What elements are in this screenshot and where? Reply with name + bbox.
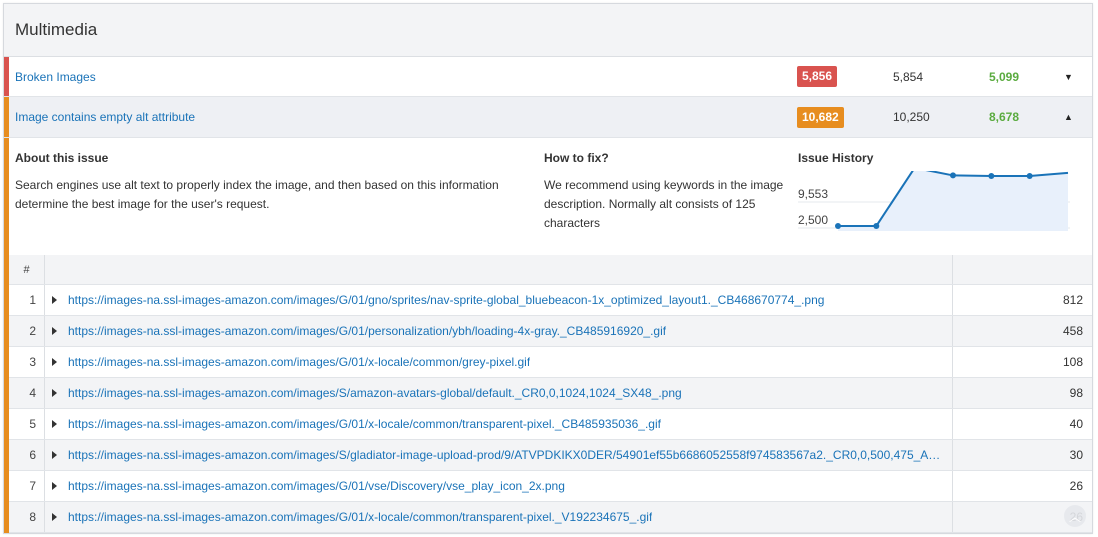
table-row[interactable]: 4 https://images-na.ssl-images-amazon.com… [9,378,1092,409]
row-number: 6 [9,440,45,470]
table-row[interactable]: 1 https://images-na.ssl-images-amazon.com… [9,285,1092,316]
caret-down-icon[interactable]: ▼ [1064,72,1073,82]
history-point [1026,173,1033,180]
fix-title: How to fix? [544,151,609,165]
history-point [835,222,841,229]
caret-right-icon[interactable] [52,389,57,397]
issue-link-broken-images[interactable]: Broken Images [15,70,96,84]
row-count: 108 [1062,355,1083,369]
y-tick-label: 2,500 [798,213,828,227]
row-count: 30 [1069,448,1083,462]
url-link[interactable]: https://images-na.ssl-images-amazon.com/… [68,417,661,431]
issue-fixed-count: 8,678 [989,110,1020,124]
table-row[interactable]: 3 https://images-na.ssl-images-amazon.com… [9,347,1092,378]
table-row[interactable]: 8 https://images-na.ssl-images-amazon.com… [9,502,1092,533]
caret-right-icon[interactable] [52,420,57,428]
issue-fixed-count: 5,099 [989,69,1020,84]
row-url-cell: https://images-na.ssl-images-amazon.com/… [45,502,953,532]
panel-title: Multimedia [15,20,98,39]
row-number: 2 [9,316,45,346]
history-point [988,173,995,180]
url-link[interactable]: https://images-na.ssl-images-amazon.com/… [68,355,530,369]
row-number: 7 [9,471,45,501]
table-row[interactable]: 6 https://images-na.ssl-images-amazon.com… [9,440,1092,471]
row-number: 1 [9,285,45,315]
row-url-cell: https://images-na.ssl-images-amazon.com/… [45,471,953,501]
row-count: 26 [1069,479,1083,493]
severity-accent [4,57,9,96]
about-text: Search engines use alt text to properly … [15,178,499,211]
row-url-cell: https://images-na.ssl-images-amazon.com/… [45,440,953,470]
table-row[interactable]: 2 https://images-na.ssl-images-amazon.com… [9,316,1092,347]
caret-up-icon[interactable]: ▲ [1064,112,1073,122]
row-count: 98 [1069,386,1083,400]
table-row[interactable]: 7 https://images-na.ssl-images-amazon.com… [9,471,1092,502]
issue-link-empty-alt[interactable]: Image contains empty alt attribute [15,110,195,124]
issue-total-count: 10,250 [893,110,930,124]
row-count: 812 [1062,293,1083,307]
issue-count-badge: 10,682 [797,106,844,128]
caret-right-icon[interactable] [52,482,57,490]
caret-right-icon[interactable] [52,358,57,366]
chart-plot-area [835,171,1069,231]
about-title: About this issue [15,151,109,165]
issue-history-chart: 9,553 2,500 [798,171,1070,231]
history-point [873,222,880,229]
column-header-count [953,255,1092,284]
url-link[interactable]: https://images-na.ssl-images-amazon.com/… [68,293,824,307]
row-number: 4 [9,378,45,408]
row-url-cell: https://images-na.ssl-images-amazon.com/… [45,378,953,408]
url-link[interactable]: https://images-na.ssl-images-amazon.com/… [68,510,652,524]
url-link[interactable]: https://images-na.ssl-images-amazon.com/… [68,448,940,462]
row-url-cell: https://images-na.ssl-images-amazon.com/… [45,347,953,377]
row-number: 3 [9,347,45,377]
panel-header: Multimedia [4,4,1092,57]
severity-accent [4,97,9,137]
scroll-to-top-button[interactable]: ︿ [1064,505,1086,527]
row-count: 40 [1069,417,1083,431]
issue-details: About this issue Search engines use alt … [4,138,1092,255]
caret-right-icon[interactable] [52,296,57,304]
row-url-cell: https://images-na.ssl-images-amazon.com/… [45,285,953,315]
table-header: # [9,255,1092,285]
issue-row-empty-alt[interactable]: Image contains empty alt attribute 10,68… [4,97,1092,138]
column-header-url [45,255,953,284]
issue-row-broken-images[interactable]: Broken Images 5,856 5,854 5,099 ▼ [4,57,1092,97]
y-tick-label: 9,553 [798,187,828,201]
history-point [950,172,956,179]
issue-count-badge: 5,856 [797,66,838,87]
column-header-number: # [9,255,45,284]
history-title: Issue History [798,151,874,165]
url-link[interactable]: https://images-na.ssl-images-amazon.com/… [68,479,565,493]
row-url-cell: https://images-na.ssl-images-amazon.com/… [45,409,953,439]
caret-right-icon[interactable] [52,513,57,521]
url-link[interactable]: https://images-na.ssl-images-amazon.com/… [68,324,666,338]
chevron-up-icon: ︿ [1068,509,1081,524]
row-number: 5 [9,409,45,439]
fix-text: We recommend using keywords in the image… [544,178,784,230]
row-count: 458 [1062,324,1083,338]
table-body: 1 https://images-na.ssl-images-amazon.com… [9,285,1092,533]
caret-right-icon[interactable] [52,451,57,459]
caret-right-icon[interactable] [52,327,57,335]
multimedia-panel: Multimedia Broken Images 5,856 5,854 5,0… [3,3,1093,534]
row-url-cell: https://images-na.ssl-images-amazon.com/… [45,316,953,346]
history-area [838,171,1068,231]
issue-total-count: 5,854 [893,69,924,84]
url-link[interactable]: https://images-na.ssl-images-amazon.com/… [68,386,682,400]
row-number: 8 [9,502,45,532]
affected-urls-table: # 1 https://images-na.ssl-images-amazon.c… [4,255,1092,533]
table-row[interactable]: 5 https://images-na.ssl-images-amazon.com… [9,409,1092,440]
